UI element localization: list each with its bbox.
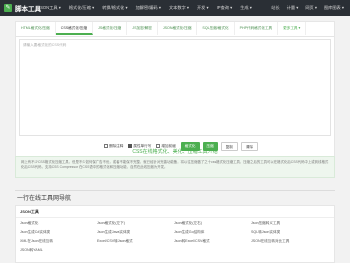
nav-right: 站长 计量 ▾ 网页 ▾ 图库图表 ▾ bbox=[264, 0, 344, 16]
tool-link[interactable]: Json格式化 bbox=[20, 221, 38, 226]
site-logo[interactable]: ✎ 脚本工具 bbox=[4, 3, 41, 13]
tab-more-tools[interactable]: 更多工具 ▾ bbox=[278, 22, 307, 35]
nav-crypto[interactable]: 加解密/编码 ▾ bbox=[136, 5, 161, 11]
panel-divider bbox=[16, 217, 334, 218]
editor-placeholder: 请输入要格式化的CSS代码 bbox=[23, 43, 67, 47]
nav-dev[interactable]: 开发 ▾ bbox=[197, 5, 209, 11]
tab-html-format[interactable]: HTML格式化/压缩 bbox=[16, 22, 56, 35]
main-nav: JSON工具 ▾ 格式化/压缩 ▾ 转换/格式化 ▾ 加解密/编码 ▾ 文本数字… bbox=[38, 0, 260, 16]
tool-intro-text: 网上有不少CSS格式化压缩工具，但是不少如何保广告不优，或者不能保不完整，就已经… bbox=[15, 156, 335, 178]
tool-link[interactable]: SQL转Json实体类 bbox=[251, 230, 280, 235]
tool-tabs: HTML格式化/压缩 CSS格式化/压缩 JS格式化/压缩 JS加密/解密 JS… bbox=[16, 22, 334, 37]
tab-php-format[interactable]: PHP代码格式化工具 bbox=[235, 22, 279, 35]
tab-json-format[interactable]: JSON格式化/压缩 bbox=[158, 22, 198, 35]
tool-link[interactable]: Json压缩转义工具 bbox=[251, 221, 280, 226]
tab-js-crypt[interactable]: JS加密/解密 bbox=[127, 22, 158, 35]
json-tools-title: JSON工具 bbox=[20, 209, 39, 214]
tab-sql-format[interactable]: SQL压缩/格式化 bbox=[197, 22, 235, 35]
nav-ip[interactable]: IP查询 ▾ bbox=[217, 5, 233, 11]
tool-link[interactable]: Json生成Go结构体 bbox=[174, 230, 204, 235]
tool-link[interactable]: Json格式化(左下) bbox=[97, 221, 125, 226]
tool-link[interactable]: Excel/CSV转Json格式 bbox=[97, 239, 133, 244]
top-navigation-bar: ✎ 脚本工具 JSON工具 ▾ 格式化/压缩 ▾ 转换/格式化 ▾ 加解密/编码… bbox=[0, 0, 350, 16]
nav-convert[interactable]: 转换/格式化 ▾ bbox=[102, 5, 127, 11]
nav-web[interactable]: 网页 ▾ bbox=[305, 5, 317, 11]
tool-nav-heading: 一行在线工具网导航 bbox=[17, 196, 72, 202]
css-code-editor[interactable]: 请输入要格式化的CSS代码 bbox=[19, 39, 331, 136]
nav-measure[interactable]: 计量 ▾ bbox=[287, 5, 299, 11]
json-tools-panel: JSON工具 Json格式化 Json格式化(左下) Json格式化(左右) J… bbox=[15, 205, 335, 263]
nav-json-tools[interactable]: JSON工具 ▾ bbox=[38, 5, 61, 11]
tool-link[interactable]: Json生成Java实体类 bbox=[97, 230, 130, 235]
nav-format-compress[interactable]: 格式化/压缩 ▾ bbox=[69, 5, 94, 11]
section-divider bbox=[15, 190, 335, 191]
nav-gallery[interactable]: 图库图表 ▾ bbox=[324, 5, 344, 11]
nav-webmaster[interactable]: 站长 bbox=[271, 5, 279, 11]
tab-css-format[interactable]: CSS格式化/压缩 bbox=[55, 22, 94, 35]
tool-intro-title: CSS在线格式化、美化、压缩工具介绍 bbox=[132, 149, 218, 155]
tool-link[interactable]: Json生成C#实体类 bbox=[20, 230, 50, 235]
tool-link[interactable]: Json转Excel/CSV格式 bbox=[174, 239, 210, 244]
tool-link[interactable]: JSON在线互转对比工具 bbox=[251, 239, 289, 244]
tool-link[interactable]: Json格式化(左右) bbox=[174, 221, 202, 226]
tool-link[interactable]: JSON转YAML bbox=[20, 248, 43, 253]
tab-js-format[interactable]: JS格式化/压缩 bbox=[93, 22, 128, 35]
logo-icon: ✎ bbox=[4, 4, 12, 12]
tool-link[interactable]: XML在Json在线互转 bbox=[20, 239, 53, 244]
nav-text-number[interactable]: 文本数字 ▾ bbox=[169, 5, 189, 11]
nav-generate[interactable]: 生成 ▾ bbox=[240, 5, 252, 11]
